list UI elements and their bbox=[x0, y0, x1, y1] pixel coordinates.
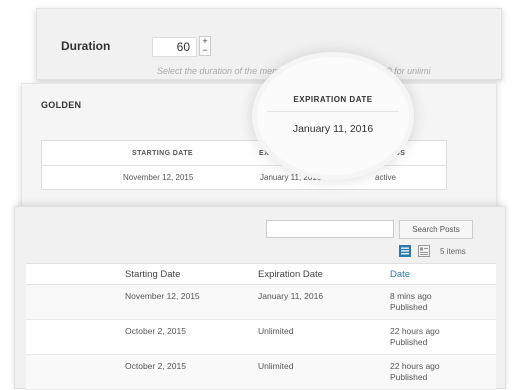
posts-table-header: Starting Date Expiration Date Date bbox=[26, 263, 496, 285]
stepper-down-icon[interactable]: − bbox=[202, 45, 207, 55]
magnified-expiration-header: EXPIRATION DATE bbox=[293, 95, 373, 104]
plan-header-start: STARTING DATE bbox=[132, 150, 193, 157]
plan-name: GOLDEN bbox=[41, 100, 82, 110]
search-posts-button[interactable]: Search Posts bbox=[399, 220, 473, 239]
duration-stepper[interactable]: + − bbox=[199, 36, 211, 56]
column-expiration-date[interactable]: Expiration Date bbox=[258, 269, 323, 280]
row-expiration-date: Unlimited bbox=[258, 361, 294, 371]
plan-table-divider bbox=[42, 165, 446, 166]
duration-input[interactable]: 60 bbox=[152, 37, 197, 57]
row-date: 8 mins ago Published bbox=[390, 291, 432, 312]
table-row: November 12, 2015 January 11, 2016 8 min… bbox=[26, 285, 496, 320]
row-date: 22 hours ago Published bbox=[390, 361, 440, 382]
posts-list-panel: Search Posts 5 items Starting Date Expir… bbox=[14, 206, 506, 390]
table-row: October 2, 2015 Unlimited 22 hours ago Pu… bbox=[26, 320, 496, 355]
plan-status: active bbox=[375, 173, 396, 182]
membership-duration-panel: Duration 60 + − Select the duration of t… bbox=[36, 8, 502, 80]
row-expiration-date: January 11, 2016 bbox=[258, 291, 324, 301]
list-view-icon[interactable] bbox=[399, 245, 411, 257]
row-start-date: November 12, 2015 bbox=[125, 291, 200, 301]
column-date[interactable]: Date bbox=[390, 269, 410, 280]
magnifier-lens: EXPIRATION DATE January 11, 2016 bbox=[257, 57, 409, 175]
row-start-date: October 2, 2015 bbox=[125, 326, 186, 336]
plan-start-date: November 12, 2015 bbox=[123, 173, 194, 182]
search-input[interactable] bbox=[266, 220, 394, 238]
row-start-date: October 2, 2015 bbox=[125, 361, 186, 371]
items-count: 5 items bbox=[440, 247, 466, 256]
row-date: 22 hours ago Published bbox=[390, 326, 440, 347]
duration-label: Duration bbox=[61, 39, 111, 53]
table-row: October 2, 2015 Unlimited 22 hours ago Pu… bbox=[26, 355, 496, 390]
column-starting-date[interactable]: Starting Date bbox=[125, 269, 180, 280]
excerpt-view-icon[interactable] bbox=[418, 245, 430, 257]
plan-expiration-date: January 11, 2016 bbox=[260, 173, 322, 182]
row-expiration-date: Unlimited bbox=[258, 326, 294, 336]
magnified-expiration-date: January 11, 2016 bbox=[292, 123, 374, 135]
magnified-divider bbox=[267, 111, 399, 112]
